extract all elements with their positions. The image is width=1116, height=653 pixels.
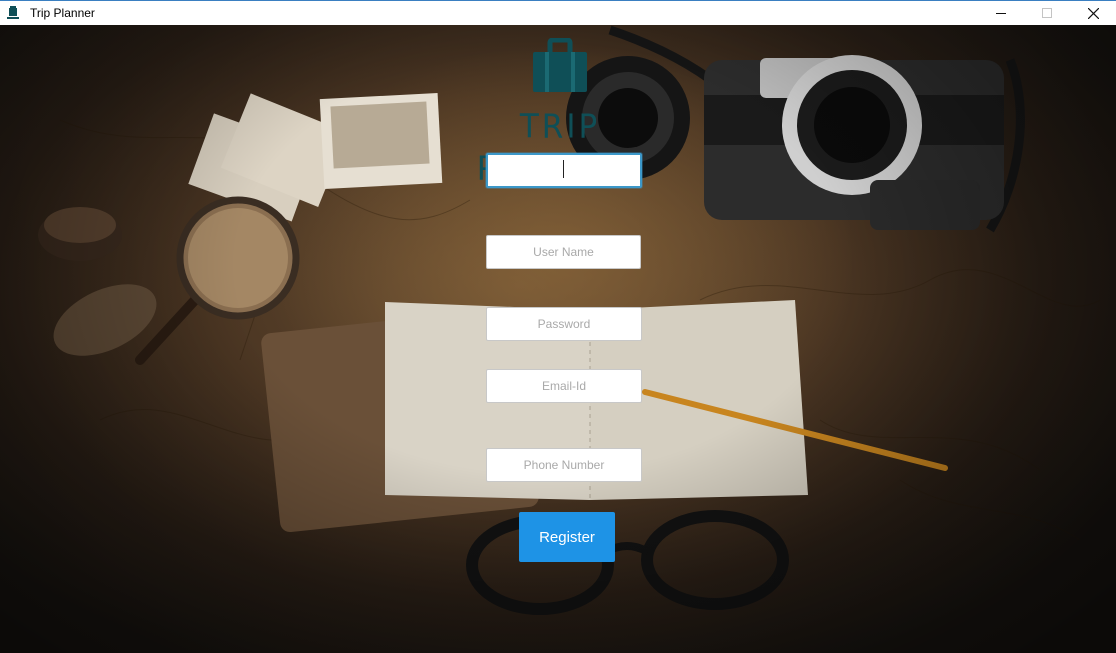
text-caret (563, 160, 564, 178)
trip-planner-logo: TRIP PLANNER (455, 38, 665, 188)
maximize-button[interactable] (1024, 1, 1070, 25)
email-field[interactable] (486, 369, 642, 403)
username-field[interactable] (486, 235, 641, 269)
register-button[interactable]: Register (519, 512, 615, 562)
title-bar: Trip Planner (0, 0, 1116, 25)
top-input-field[interactable] (486, 153, 642, 188)
minimize-button[interactable] (978, 1, 1024, 25)
close-button[interactable] (1070, 1, 1116, 25)
password-field[interactable] (486, 307, 642, 341)
window-title: Trip Planner (30, 6, 95, 20)
maximize-icon (1042, 8, 1052, 18)
phone-number-field[interactable] (486, 448, 642, 482)
minimize-icon (996, 13, 1006, 14)
app-window: Trip Planner TRIP User Name Email-Id Pho… (0, 0, 1116, 653)
close-icon (1087, 7, 1099, 19)
window-controls (978, 1, 1116, 25)
app-logo-icon (5, 4, 21, 22)
suitcase-icon (533, 38, 587, 92)
